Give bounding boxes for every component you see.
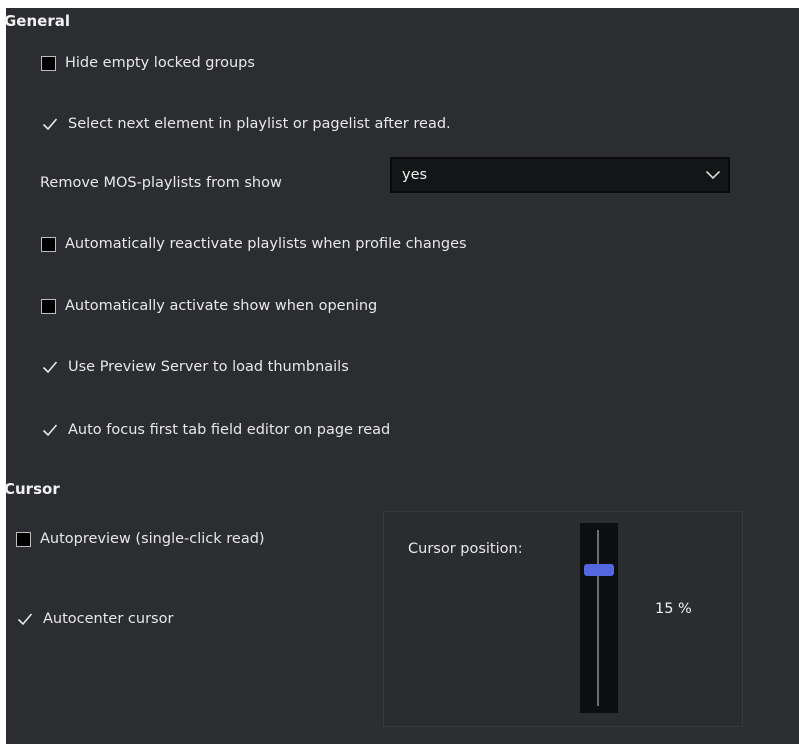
auto-reactivate-playlists-option[interactable]: Automatically reactivate playlists when … xyxy=(41,236,467,252)
autocenter-cursor-option[interactable]: Autocenter cursor xyxy=(16,611,173,627)
general-section-title: General xyxy=(4,12,70,30)
use-preview-server-option[interactable]: Use Preview Server to load thumbnails xyxy=(41,359,349,375)
option-label: Autopreview (single-click read) xyxy=(40,531,265,547)
option-label: Select next element in playlist or pagel… xyxy=(68,116,451,132)
select-next-element-option[interactable]: Select next element in playlist or pagel… xyxy=(41,116,451,132)
remove-mos-dropdown[interactable]: yes xyxy=(390,157,730,193)
autopreview-checkbox[interactable] xyxy=(16,531,31,547)
option-label: Hide empty locked groups xyxy=(65,55,255,71)
chevron-down-icon[interactable] xyxy=(698,170,728,180)
auto-activate-show-checkbox[interactable] xyxy=(41,298,56,314)
slider-handle[interactable] xyxy=(584,564,614,577)
option-label: Autocenter cursor xyxy=(43,611,174,627)
option-label: Automatically activate show when opening xyxy=(65,298,378,314)
option-label: Use Preview Server to load thumbnails xyxy=(68,359,349,375)
remove-mos-value: yes xyxy=(402,167,428,183)
remove-mos-label: Remove MOS-playlists from show xyxy=(40,175,282,191)
option-label: Automatically reactivate playlists when … xyxy=(65,236,467,252)
option-label: Auto focus first tab field editor on pag… xyxy=(68,422,391,438)
hide-empty-locked-groups-option[interactable]: Hide empty locked groups xyxy=(41,55,255,71)
auto-activate-show-option[interactable]: Automatically activate show when opening xyxy=(41,298,377,314)
hide-empty-locked-groups-checkbox[interactable] xyxy=(41,55,56,71)
auto-focus-first-tab-option[interactable]: Auto focus first tab field editor on pag… xyxy=(41,422,390,438)
checkmark-icon xyxy=(41,423,59,437)
checkmark-icon xyxy=(41,360,59,374)
slider-track xyxy=(597,530,599,706)
cursor-position-slider[interactable] xyxy=(580,523,618,713)
cursor-position-value: 15 % xyxy=(655,601,692,617)
cursor-section-title: Cursor xyxy=(4,480,60,498)
cursor-position-label: Cursor position: xyxy=(408,541,523,557)
checkmark-icon xyxy=(41,117,59,131)
autopreview-option[interactable]: Autopreview (single-click read) xyxy=(16,531,265,547)
checkmark-icon xyxy=(16,612,34,626)
auto-reactivate-playlists-checkbox[interactable] xyxy=(41,236,56,252)
